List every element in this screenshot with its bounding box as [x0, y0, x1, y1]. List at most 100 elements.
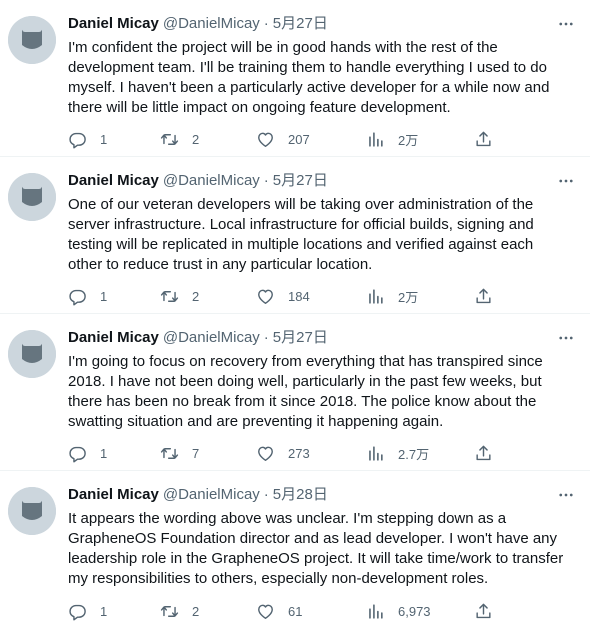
- like-button[interactable]: 184: [256, 285, 310, 307]
- share-button[interactable]: [474, 442, 493, 464]
- reply-icon: [69, 132, 86, 148]
- author-name[interactable]: Daniel Micay: [68, 328, 159, 348]
- default-avatar-icon: [8, 173, 56, 221]
- reply-button[interactable]: 1: [68, 600, 107, 622]
- like-button[interactable]: 61: [256, 600, 302, 622]
- like-button[interactable]: 207: [256, 128, 310, 150]
- like-count: 184: [288, 288, 310, 304]
- reply-button[interactable]: 1: [68, 285, 107, 307]
- tweet-text: I'm going to focus on recovery from ever…: [68, 353, 543, 430]
- tweet-header: Daniel Micay @DanielMicay · 5月27日: [68, 13, 576, 35]
- tweet-header: Daniel Micay @DanielMicay · 5月28日: [68, 484, 576, 506]
- tweet-header: Daniel Micay @DanielMicay · 5月27日: [68, 327, 576, 349]
- more-options-button[interactable]: [556, 330, 576, 346]
- more-horizontal-icon: [559, 493, 573, 497]
- retweet-button[interactable]: 2: [160, 128, 199, 150]
- separator-dot: ·: [263, 15, 269, 32]
- views-count: 2万: [398, 132, 419, 148]
- tweet-body: Daniel Micay @DanielMicay · 5月27日 I'm co…: [68, 13, 576, 118]
- views-button[interactable]: 2万: [366, 285, 418, 307]
- tweet[interactable]: Daniel Micay @DanielMicay · 5月27日 I'm co…: [0, 0, 590, 157]
- reply-icon: [69, 289, 86, 305]
- tweet-body: Daniel Micay @DanielMicay · 5月27日 One of…: [68, 170, 576, 275]
- avatar[interactable]: [8, 330, 56, 378]
- separator-dot: ·: [263, 329, 269, 346]
- views-count: 2万: [398, 289, 419, 305]
- share-button[interactable]: [474, 600, 493, 622]
- tweet-actions: 1 7 273 2.7万: [68, 442, 576, 464]
- heart-icon: [258, 289, 273, 304]
- tweet[interactable]: Daniel Micay @DanielMicay · 5月27日 I'm go…: [0, 314, 590, 471]
- views-chart-icon: [369, 288, 383, 304]
- avatar[interactable]: [8, 16, 56, 64]
- author-handle[interactable]: @DanielMicay: [163, 485, 260, 505]
- views-chart-icon: [369, 445, 383, 461]
- tweet-date[interactable]: 5月27日: [273, 14, 328, 34]
- avatar[interactable]: [8, 487, 56, 535]
- reply-button[interactable]: 1: [68, 128, 107, 150]
- views-button[interactable]: 6,973: [366, 600, 431, 622]
- tweet-date[interactable]: 5月27日: [273, 171, 328, 191]
- reply-count: 1: [100, 603, 108, 619]
- tweet-actions: 1 2 61 6,973: [68, 600, 576, 622]
- author-handle[interactable]: @DanielMicay: [163, 171, 260, 191]
- author-handle[interactable]: @DanielMicay: [163, 328, 260, 348]
- author-handle[interactable]: @DanielMicay: [163, 14, 260, 34]
- author-name[interactable]: Daniel Micay: [68, 14, 159, 34]
- reply-count: 1: [100, 445, 108, 461]
- more-options-button[interactable]: [556, 16, 576, 32]
- views-button[interactable]: 2万: [366, 128, 418, 150]
- share-button[interactable]: [474, 128, 493, 150]
- author-name[interactable]: Daniel Micay: [68, 171, 159, 191]
- views-count: 2.7万: [398, 446, 430, 462]
- retweet-button[interactable]: 2: [160, 285, 199, 307]
- share-icon: [476, 603, 491, 618]
- reply-icon: [69, 446, 86, 462]
- retweet-count: 2: [192, 131, 200, 147]
- default-avatar-icon: [8, 330, 56, 378]
- retweet-button[interactable]: 7: [160, 442, 199, 464]
- more-options-button[interactable]: [556, 487, 576, 503]
- default-avatar-icon: [8, 16, 56, 64]
- tweet-date[interactable]: 5月27日: [273, 328, 328, 348]
- like-count: 61: [288, 603, 303, 619]
- tweet-body: Daniel Micay @DanielMicay · 5月28日 It app…: [68, 484, 576, 589]
- author-name[interactable]: Daniel Micay: [68, 485, 159, 505]
- avatar[interactable]: [8, 173, 56, 221]
- retweet-count: 2: [192, 288, 200, 304]
- like-count: 207: [288, 131, 310, 147]
- like-button[interactable]: 273: [256, 442, 310, 464]
- default-avatar-icon: [8, 487, 56, 535]
- tweet[interactable]: Daniel Micay @DanielMicay · 5月27日 One of…: [0, 157, 590, 314]
- separator-dot: ·: [263, 172, 269, 189]
- views-count: 6,973: [398, 603, 431, 619]
- share-icon: [476, 288, 491, 303]
- tweet-date[interactable]: 5月28日: [273, 485, 328, 505]
- tweet[interactable]: Daniel Micay @DanielMicay · 5月28日 It app…: [0, 471, 590, 628]
- views-button[interactable]: 2.7万: [366, 442, 429, 464]
- tweet-actions: 1 2 184 2万: [68, 285, 576, 307]
- heart-icon: [258, 446, 273, 461]
- retweet-icon: [160, 605, 179, 617]
- reply-count: 1: [100, 288, 108, 304]
- retweet-icon: [160, 290, 179, 302]
- share-button[interactable]: [474, 285, 493, 307]
- heart-icon: [258, 604, 273, 619]
- tweet-body: Daniel Micay @DanielMicay · 5月27日 I'm go…: [68, 327, 576, 432]
- share-icon: [476, 131, 491, 146]
- reply-count: 1: [100, 131, 108, 147]
- retweet-icon: [160, 447, 179, 459]
- retweet-count: 2: [192, 603, 200, 619]
- heart-icon: [258, 132, 273, 147]
- more-horizontal-icon: [559, 22, 573, 26]
- retweet-count: 7: [192, 445, 200, 461]
- more-horizontal-icon: [559, 336, 573, 340]
- tweet-text: I'm confident the project will be in goo…: [68, 39, 550, 116]
- retweet-button[interactable]: 2: [160, 600, 199, 622]
- tweet-header: Daniel Micay @DanielMicay · 5月27日: [68, 170, 576, 192]
- retweet-icon: [160, 133, 179, 145]
- more-options-button[interactable]: [556, 173, 576, 189]
- tweet-text: One of our veteran developers will be ta…: [68, 196, 534, 273]
- reply-button[interactable]: 1: [68, 442, 107, 464]
- tweet-actions: 1 2 207 2万: [68, 128, 576, 150]
